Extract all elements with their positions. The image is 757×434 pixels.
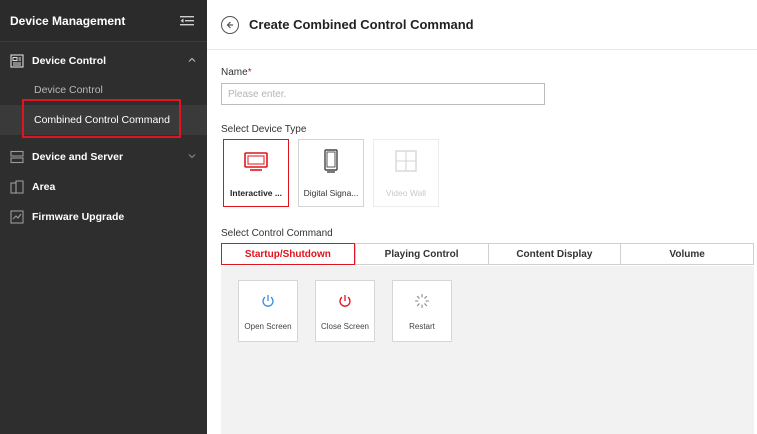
page-title: Create Combined Control Command xyxy=(249,17,474,32)
restart-button[interactable]: Restart xyxy=(392,280,452,342)
device-type-label: Select Device Type xyxy=(221,124,307,135)
sidebar-item-combined-control-command[interactable]: Combined Control Command xyxy=(0,105,207,135)
main-panel: Create Combined Control Command Name* Se… xyxy=(207,0,757,434)
chevron-down-icon xyxy=(187,151,197,161)
sidebar-group-device-control[interactable]: Device Control xyxy=(0,46,207,76)
device-type-name: Digital Signa... xyxy=(303,188,359,198)
name-input[interactable] xyxy=(221,83,545,105)
server-icon xyxy=(10,150,24,164)
device-type-digital-signage[interactable]: Digital Signa... xyxy=(298,139,364,207)
sidebar-title: Device Management xyxy=(10,13,126,28)
device-control-icon xyxy=(10,54,24,68)
menu-collapse-icon[interactable] xyxy=(179,13,195,29)
command-panel: Open Screen Close Screen Restart xyxy=(221,266,754,434)
open-screen-button[interactable]: Open Screen xyxy=(238,280,298,342)
command-label: Restart xyxy=(409,322,435,331)
power-icon xyxy=(337,293,353,309)
device-type-name: Interactive ... xyxy=(230,188,282,198)
sidebar: Device Management Device Control Device … xyxy=(0,0,207,434)
digital-signage-icon xyxy=(318,148,344,174)
firmware-upgrade-icon xyxy=(10,210,24,224)
device-type-interactive[interactable]: Interactive ... xyxy=(223,139,289,207)
sidebar-group-area[interactable]: Area xyxy=(0,172,207,202)
required-mark: * xyxy=(247,67,252,78)
close-screen-button[interactable]: Close Screen xyxy=(315,280,375,342)
sidebar-group-firmware-upgrade[interactable]: Firmware Upgrade xyxy=(0,202,207,232)
command-label: Open Screen xyxy=(244,322,292,331)
sidebar-group-label: Device and Server xyxy=(32,151,124,163)
command-label: Close Screen xyxy=(320,322,370,331)
tab-volume[interactable]: Volume xyxy=(620,244,753,264)
sidebar-group-label: Firmware Upgrade xyxy=(32,211,125,223)
video-wall-icon xyxy=(393,148,419,174)
chevron-up-icon xyxy=(187,55,197,65)
spinner-icon xyxy=(414,293,430,309)
sidebar-item-device-control[interactable]: Device Control xyxy=(0,78,207,102)
control-command-label: Select Control Command xyxy=(221,228,333,239)
form-content: Name* Select Device Type Interactive ...… xyxy=(207,50,757,434)
sidebar-group-device-and-server[interactable]: Device and Server xyxy=(0,142,207,172)
power-icon xyxy=(260,293,276,309)
page-header: Create Combined Control Command xyxy=(207,0,757,50)
sidebar-group-label: Device Control xyxy=(32,55,107,67)
tab-playing-control[interactable]: Playing Control xyxy=(354,244,488,264)
area-icon xyxy=(10,180,24,194)
name-label: Name* xyxy=(221,67,252,78)
back-arrow-icon[interactable] xyxy=(221,15,239,34)
name-label-text: Name xyxy=(221,67,248,78)
sidebar-header: Device Management xyxy=(0,0,207,42)
tab-content-display[interactable]: Content Display xyxy=(487,244,621,264)
sidebar-group-label: Area xyxy=(32,181,56,193)
interactive-display-icon xyxy=(243,148,269,174)
command-tabs: Startup/Shutdown Playing Control Content… xyxy=(221,243,754,265)
device-type-video-wall: Video Wall xyxy=(373,139,439,207)
device-type-name: Video Wall xyxy=(385,188,427,198)
tab-startup-shutdown[interactable]: Startup/Shutdown xyxy=(221,243,355,265)
